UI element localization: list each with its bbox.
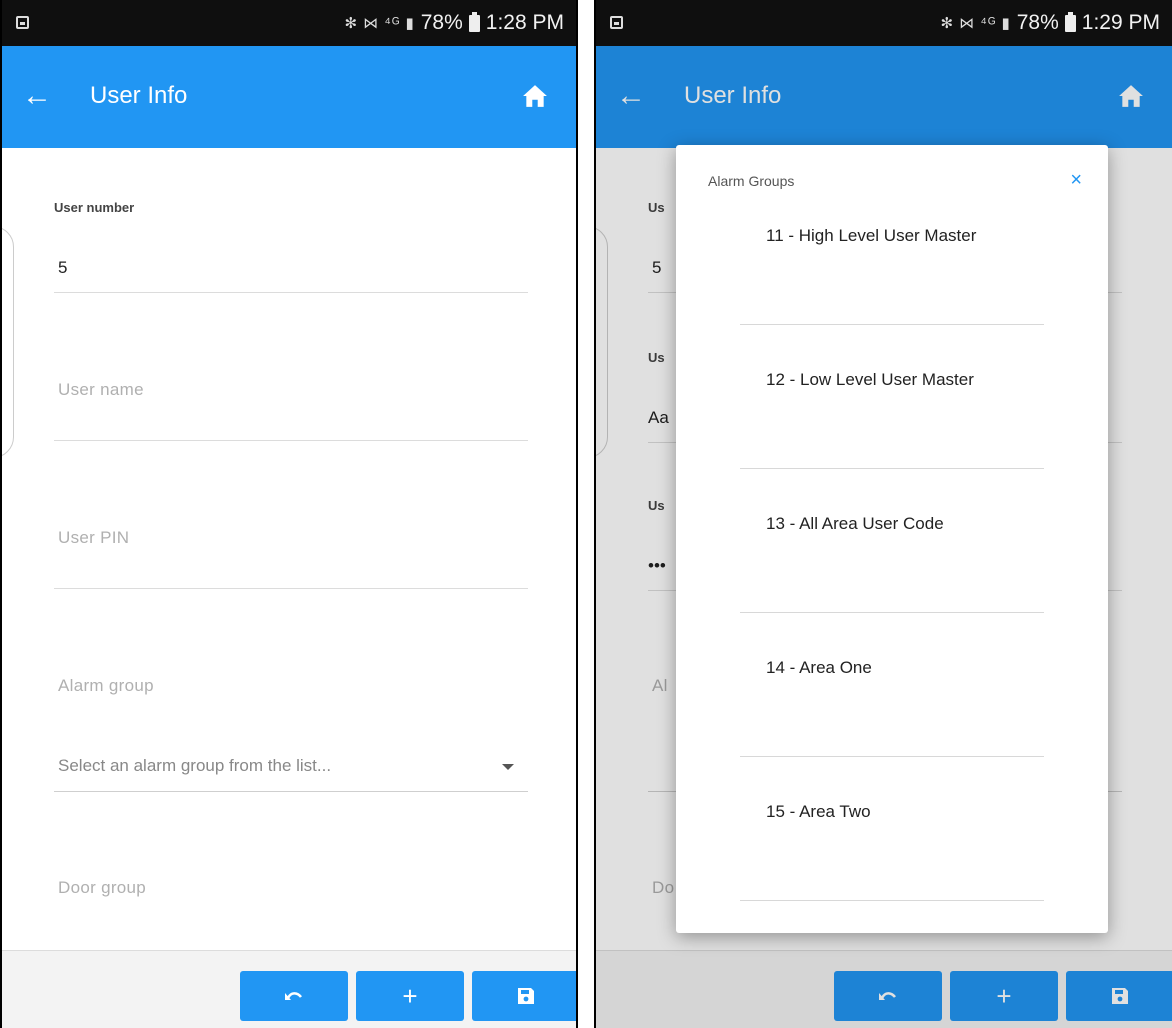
- door-group-label: Door group: [58, 878, 147, 897]
- battery-icon: [1064, 11, 1076, 32]
- battery-percent: 78%: [1016, 11, 1059, 34]
- option-label: 12 - Low Level User Master: [766, 370, 974, 389]
- page-title: User Info: [90, 82, 188, 109]
- divider: [740, 900, 1044, 901]
- user-number-field[interactable]: User number 5: [54, 200, 528, 294]
- signal-icons: ✻ ⋈ ⁴ᴳ ▮: [940, 15, 1011, 32]
- underline: [54, 440, 528, 441]
- user-name-field[interactable]: User name: [54, 378, 528, 442]
- add-button[interactable]: +: [356, 971, 464, 1021]
- alarm-groups-dialog: Alarm Groups × 11 - High Level User Mast…: [676, 145, 1108, 933]
- app-bar-dim: [596, 46, 1172, 148]
- close-icon[interactable]: ×: [1070, 170, 1082, 190]
- app-bar: ← User Info: [2, 46, 576, 148]
- option-label: 14 - Area One: [766, 658, 872, 677]
- user-number-label: User number: [54, 200, 135, 215]
- alarm-group-option[interactable]: 11 - High Level User Master: [740, 181, 1044, 325]
- undo-button[interactable]: [240, 971, 348, 1021]
- back-arrow-icon[interactable]: ←: [22, 78, 52, 114]
- status-bar: ✻ ⋈ ⁴ᴳ ▮ 78% 1:29 PM: [596, 0, 1172, 46]
- home-icon[interactable]: [522, 84, 548, 108]
- option-label: 11 - High Level User Master: [766, 226, 977, 245]
- user-info-screen-with-dialog: ✻ ⋈ ⁴ᴳ ▮ 78% 1:29 PM ← User Info Us 5 Us…: [594, 0, 1172, 1028]
- bottom-toolbar: +: [2, 950, 576, 1028]
- user-name-placeholder[interactable]: User name: [58, 380, 144, 400]
- user-pin-field[interactable]: User PIN: [54, 526, 528, 590]
- battery-percent: 78%: [420, 11, 463, 34]
- clock: 1:29 PM: [1081, 11, 1160, 34]
- alarm-group-option[interactable]: 14 - Area One: [740, 613, 1044, 757]
- alarm-group-option[interactable]: 15 - Area Two: [740, 757, 1044, 901]
- save-button[interactable]: [472, 971, 576, 1021]
- plus-icon: +: [402, 981, 418, 1011]
- alarm-group-label-row: Alarm group: [54, 674, 528, 704]
- alarm-group-select[interactable]: Select an alarm group from the list...: [54, 748, 528, 792]
- undo-icon: [285, 992, 303, 1000]
- form-content: User number 5 User name User PIN Alarm g…: [2, 148, 576, 950]
- status-bar: ✻ ⋈ ⁴ᴳ ▮ 78% 1:28 PM: [2, 0, 576, 46]
- user-number-value[interactable]: 5: [58, 258, 67, 278]
- user-pin-placeholder[interactable]: User PIN: [58, 528, 129, 548]
- underline: [54, 791, 528, 792]
- image-notification-icon: [610, 16, 623, 29]
- alarm-group-option[interactable]: 12 - Low Level User Master: [740, 325, 1044, 469]
- underline: [54, 292, 528, 293]
- option-label: 13 - All Area User Code: [766, 514, 944, 533]
- alarm-group-option[interactable]: 13 - All Area User Code: [740, 469, 1044, 613]
- clock: 1:28 PM: [485, 11, 564, 34]
- caret-down-icon: [502, 764, 514, 770]
- alarm-group-label: Alarm group: [58, 676, 154, 695]
- swipe-edge-indicator: [2, 226, 14, 458]
- alarm-group-select-placeholder: Select an alarm group from the list...: [58, 756, 332, 775]
- save-icon: [518, 988, 534, 1004]
- door-group-label-row: Door group: [54, 876, 528, 906]
- underline: [54, 588, 528, 589]
- user-info-screen: ✻ ⋈ ⁴ᴳ ▮ 78% 1:28 PM ← User Info User nu…: [0, 0, 578, 1028]
- signal-icons: ✻ ⋈ ⁴ᴳ ▮: [344, 15, 415, 32]
- image-notification-icon: [16, 16, 29, 29]
- battery-icon: [468, 11, 480, 32]
- option-label: 15 - Area Two: [766, 802, 871, 821]
